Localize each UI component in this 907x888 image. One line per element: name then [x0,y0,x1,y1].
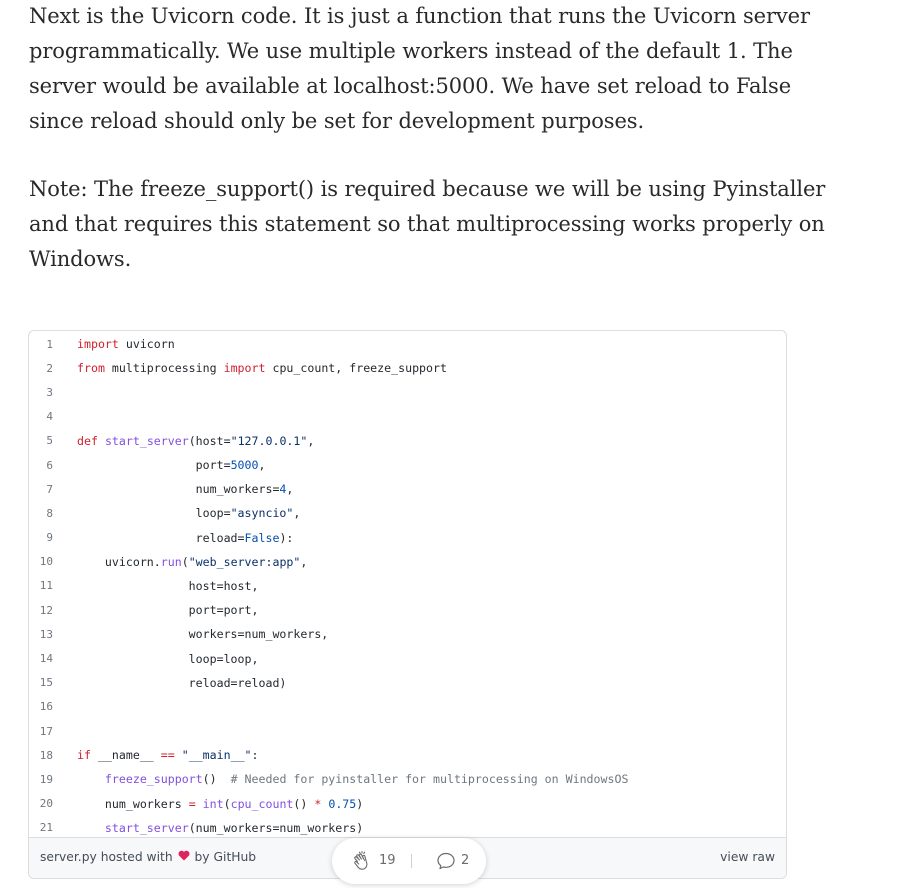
view-raw-link[interactable]: view raw [720,850,775,864]
line-number: 16 [39,700,53,714]
code-line: 10 uvicorn.run("web_server:app", [29,550,786,574]
line-content: def start_server(host="127.0.0.1", [77,433,315,448]
line-content: port=5000, [77,458,266,473]
line-content: loop=loop, [77,651,259,666]
clap-bar: 19 2 [332,838,486,884]
line-number: 6 [46,458,53,472]
clap-divider [411,854,412,868]
line-number: 3 [46,385,53,399]
code-line: 16 [29,695,786,719]
line-number: 1 [46,337,53,351]
line-number: 20 [39,797,53,811]
response-count: 2 [461,853,470,868]
code-line: 2 from multiprocessing import cpu_count, … [29,356,786,380]
hosted-with-text: hosted with [100,850,173,864]
code-line: 20 num_workers = int(cpu_count() * 0.75) [29,792,786,816]
line-number: 12 [39,603,53,617]
line-number: 5 [46,434,53,448]
line-number: 19 [39,772,53,786]
line-number: 9 [46,531,53,545]
line-content: import uvicorn [77,337,175,352]
by-text: by [194,850,210,864]
line-content: num_workers=4, [77,482,294,497]
speech-bubble-icon[interactable] [435,850,457,872]
line-number: 21 [39,821,53,835]
code-line: 11 host=host, [29,574,786,598]
line-number: 10 [39,555,53,569]
code-line: 18 if __name__ == "__main__": [29,743,786,767]
line-number: 2 [46,361,53,375]
code-line: 3 [29,380,786,404]
clap-count: 19 [379,853,396,868]
line-content: reload=reload) [77,675,287,690]
code-line: 1 import uvicorn [29,332,786,356]
gist-meta: server.py hosted with by GitHub [40,850,256,864]
code-line: 7 num_workers=4, [29,477,786,501]
line-content: if __name__ == "__main__": [77,748,259,763]
code-line: 9 reload=False): [29,526,786,550]
code-line: 19 freeze_support() # Needed for pyinsta… [29,767,786,791]
line-content: workers=num_workers, [77,627,329,642]
code-line: 5 def start_server(host="127.0.0.1", [29,429,786,453]
code-line: 15 reload=reload) [29,671,786,695]
line-content: reload=False): [77,530,294,545]
code-line: 17 [29,719,786,743]
clap-icon[interactable] [350,849,374,873]
line-number: 15 [39,676,53,690]
line-number: 18 [39,748,53,762]
line-content: port=port, [77,603,259,618]
heart-icon [177,850,191,864]
code-line: 8 loop="asyncio", [29,501,786,525]
code-block: 1 import uvicorn 2 from multiprocessing imp… [29,331,786,841]
line-content: num_workers = int(cpu_count() * 0.75) [77,796,364,811]
github-link[interactable]: GitHub [214,850,257,864]
code-line: 4 [29,405,786,429]
line-number: 4 [46,410,53,424]
line-content: host=host, [77,578,259,593]
gist-filename-link[interactable]: server.py [40,850,97,864]
code-line: 13 workers=num_workers, [29,622,786,646]
code-line: 14 loop=loop, [29,646,786,670]
code-line: 6 port=5000, [29,453,786,477]
gist-embed: 1 import uvicorn 2 from multiprocessing imp… [28,330,787,879]
line-number: 8 [46,506,53,520]
line-content: start_server(num_workers=num_workers) [104,820,364,835]
line-content: loop="asyncio", [77,506,301,521]
paragraph-freeze-support-note: Note: The freeze_support() is required b… [29,177,826,271]
line-content: from multiprocessing import cpu_count, f… [77,361,447,376]
line-content: freeze_support() # Needed for pyinstalle… [104,772,629,787]
line-number: 7 [46,482,53,496]
code-line: 12 port=port, [29,598,786,622]
paragraph-uvicorn-intro: Next is the Uvicorn code. It is just a f… [29,4,810,133]
line-number: 14 [39,652,53,666]
line-number: 13 [39,627,53,641]
line-number: 17 [39,724,53,738]
line-content: uvicorn.run("web_server:app", [77,554,308,569]
line-number: 11 [39,579,53,593]
